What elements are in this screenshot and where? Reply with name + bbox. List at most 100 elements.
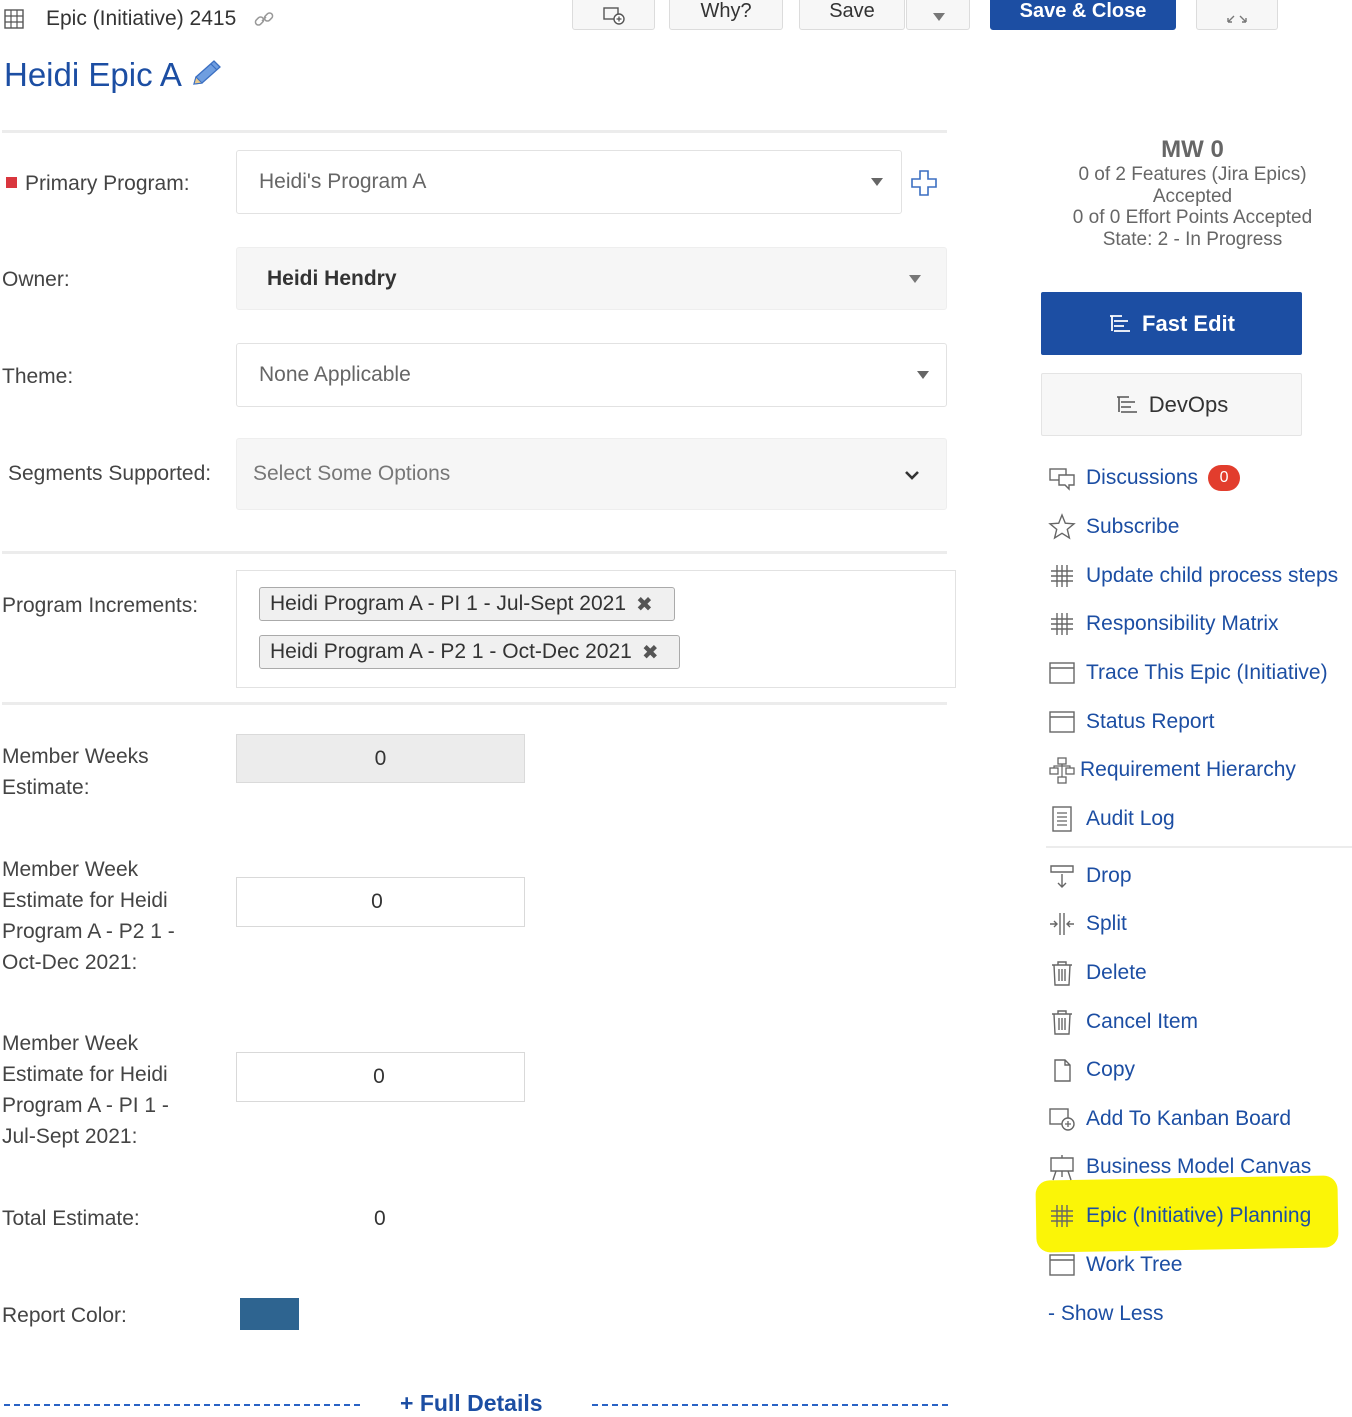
report-color-swatch[interactable]	[240, 1298, 299, 1330]
window-icon	[1049, 662, 1075, 684]
menu-requirement-hierarchy[interactable]: Requirement Hierarchy	[1048, 753, 1296, 787]
menu-discussions[interactable]: Discussions 0	[1048, 461, 1241, 495]
trash-icon	[1052, 961, 1072, 986]
why-button[interactable]: Why?	[669, 0, 783, 30]
item-stats: MW 0 0 of 2 Features (Jira Epics) Accept…	[1045, 136, 1340, 250]
expand-button[interactable]	[1196, 0, 1278, 30]
menu-epic-planning[interactable]: Epic (Initiative) Planning	[1048, 1199, 1311, 1233]
menu-copy[interactable]: Copy	[1048, 1053, 1135, 1087]
save-label: Save	[829, 0, 875, 22]
chevron-down-icon	[917, 371, 929, 379]
divider	[2, 130, 947, 133]
grid-hash-icon	[1051, 565, 1073, 587]
required-indicator	[6, 176, 17, 188]
link-icon[interactable]	[253, 8, 275, 30]
member-weeks-input: 0	[236, 734, 525, 783]
tree-icon	[1116, 395, 1137, 413]
menu-status-report[interactable]: Status Report	[1048, 705, 1214, 739]
chevron-down-icon	[871, 178, 883, 186]
drop-icon	[1050, 865, 1074, 888]
copy-icon	[1054, 1059, 1071, 1082]
menu-work-tree[interactable]: Work Tree	[1048, 1248, 1182, 1282]
hierarchy-icon	[1049, 757, 1075, 784]
devops-button[interactable]: DevOps	[1041, 373, 1302, 436]
discussions-icon	[1049, 468, 1075, 491]
menu-trace-epic[interactable]: Trace This Epic (Initiative)	[1048, 656, 1328, 690]
total-estimate-label: Total Estimate:	[2, 1207, 140, 1230]
window-icon	[1049, 711, 1075, 733]
menu-audit-log[interactable]: Audit Log	[1048, 802, 1175, 836]
menu-delete[interactable]: Delete	[1048, 956, 1147, 990]
add-to-board-button[interactable]	[572, 0, 655, 30]
mw-total: MW 0	[1161, 136, 1224, 163]
tree-icon	[1110, 314, 1131, 332]
save-close-button[interactable]: Save & Close	[990, 0, 1176, 30]
program-increment-tag: Heidi Program A - PI 1 - Jul-Sept 2021 ✖	[259, 587, 675, 621]
effort-accepted: 0 of 0 Effort Points Accepted	[1072, 207, 1313, 229]
save-options-dropdown[interactable]	[906, 0, 970, 30]
menu-split[interactable]: Split	[1048, 907, 1127, 941]
remove-tag-icon[interactable]: ✖	[636, 592, 653, 617]
total-estimate-value: 0	[374, 1207, 386, 1230]
grid-hash-icon	[1051, 1205, 1073, 1227]
segments-placeholder: Select Some Options	[253, 462, 451, 485]
easel-icon	[1050, 1155, 1074, 1181]
mw-p2-label: Member Week Estimate for Heidi Program A …	[2, 858, 175, 974]
divider	[592, 1404, 948, 1406]
grid-hash-icon	[1051, 613, 1073, 635]
devops-label: DevOps	[1148, 391, 1229, 417]
owner-value: Heidi Hendry	[267, 266, 397, 290]
grid-icon	[4, 9, 24, 29]
divider	[2, 702, 947, 705]
program-increments-label: Program Increments:	[2, 594, 199, 617]
document-list-icon	[1052, 806, 1072, 832]
mw-pi1-input[interactable]: 0	[236, 1052, 525, 1102]
menu-business-model-canvas[interactable]: Business Model Canvas	[1048, 1150, 1311, 1184]
add-program-icon[interactable]	[909, 168, 939, 198]
report-color-label: Report Color:	[2, 1304, 127, 1327]
kanban-add-icon	[1049, 1108, 1075, 1131]
board-add-icon	[602, 7, 625, 25]
theme-select[interactable]: None Applicable	[236, 343, 947, 407]
chevron-down-icon	[905, 471, 919, 480]
owner-label: Owner:	[2, 268, 70, 291]
member-weeks-label: Member Weeks Estimate:	[2, 745, 149, 799]
fast-edit-label: Fast Edit	[1142, 310, 1235, 336]
divider	[4, 1404, 360, 1406]
menu-divider	[1046, 846, 1352, 848]
pencil-icon[interactable]	[190, 58, 224, 88]
program-increment-tag: Heidi Program A - P2 1 - Oct-Dec 2021 ✖	[259, 635, 680, 669]
menu-responsibility-matrix[interactable]: Responsibility Matrix	[1048, 607, 1279, 641]
star-icon	[1048, 513, 1076, 540]
primary-program-select[interactable]: Heidi's Program A	[236, 150, 902, 214]
state-status: State: 2 - In Progress	[1102, 228, 1283, 250]
mw-pi1-label: Member Week Estimate for Heidi Program A …	[2, 1032, 169, 1148]
split-icon	[1050, 913, 1074, 935]
save-close-label: Save & Close	[1019, 0, 1147, 22]
menu-update-child-steps[interactable]: Update child process steps	[1048, 559, 1338, 593]
menu-show-less[interactable]: - Show Less	[1048, 1297, 1164, 1331]
divider	[2, 551, 947, 554]
features-accepted: 0 of 2 Features (Jira Epics)	[1078, 164, 1307, 185]
fast-edit-button[interactable]: Fast Edit	[1041, 292, 1302, 355]
menu-cancel-item[interactable]: Cancel Item	[1048, 1005, 1198, 1039]
theme-label: Theme:	[2, 365, 74, 388]
trash-icon	[1052, 1010, 1072, 1035]
owner-select[interactable]: Heidi Hendry	[236, 247, 947, 310]
why-label: Why?	[700, 0, 752, 22]
primary-program-label: Primary Program:	[6, 168, 190, 199]
segments-label: Segments Supported:	[8, 462, 212, 485]
full-details-link[interactable]: + Full Details	[400, 1390, 543, 1417]
save-button[interactable]: Save	[799, 0, 905, 30]
mw-p2-input[interactable]: 0	[236, 877, 525, 927]
item-type-id: Epic (Initiative) 2415	[46, 7, 237, 30]
menu-add-to-kanban[interactable]: Add To Kanban Board	[1048, 1102, 1291, 1136]
discussions-count-badge: 0	[1208, 465, 1241, 491]
page-title: Heidi Epic A	[4, 56, 182, 93]
menu-subscribe[interactable]: Subscribe	[1048, 510, 1179, 544]
remove-tag-icon[interactable]: ✖	[642, 640, 659, 665]
theme-value: None Applicable	[259, 363, 411, 386]
segments-multiselect[interactable]: Select Some Options	[236, 438, 947, 510]
chevron-down-icon	[933, 13, 945, 21]
menu-drop[interactable]: Drop	[1048, 859, 1132, 893]
